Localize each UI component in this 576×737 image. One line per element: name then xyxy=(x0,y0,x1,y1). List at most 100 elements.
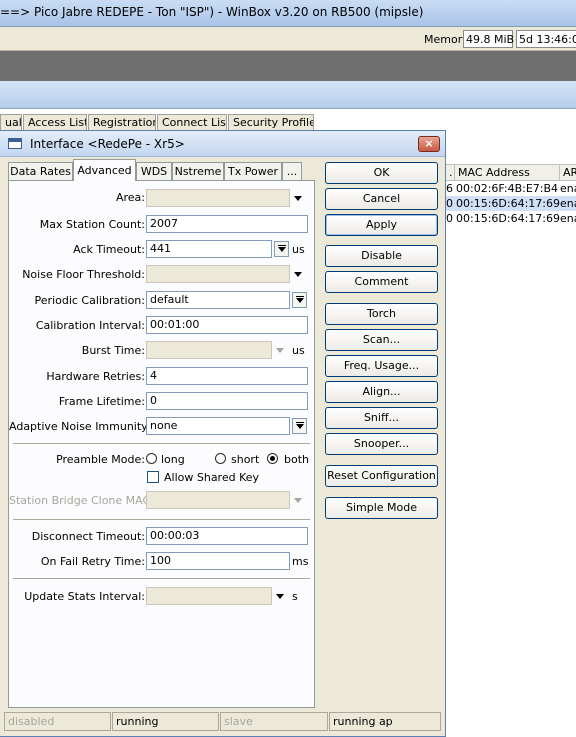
periodic-calibration-expand-icon[interactable] xyxy=(292,292,307,308)
freq-usage-button[interactable]: Freq. Usage... xyxy=(325,355,438,377)
allow-shared-key-checkbox[interactable] xyxy=(147,471,159,483)
noise-floor-threshold-dropdown[interactable] xyxy=(146,265,290,283)
interface-dialog: Interface <RedePe - Xr5> × Data Rates Ad… xyxy=(0,130,446,737)
periodic-calibration-dropdown[interactable]: default xyxy=(146,291,290,309)
table-cell: 6 xyxy=(446,182,453,195)
uptime-value: 5d 13:46:06 xyxy=(516,30,576,48)
memory-value: 49.8 MiB xyxy=(463,30,514,48)
station-bridge-clone-mac-dropdown[interactable] xyxy=(146,491,290,509)
preamble-both-label: both xyxy=(284,453,309,466)
on-fail-retry-time-label: On Fail Retry Time: xyxy=(40,555,145,568)
on-fail-retry-time-unit: ms xyxy=(292,555,309,568)
allow-shared-key-label: Allow Shared Key xyxy=(164,471,260,484)
tab-advanced[interactable]: Advanced xyxy=(73,159,136,181)
main-title-bar[interactable]: ==> Pico Jabre REDEPE - Ton "ISP") - Win… xyxy=(0,0,576,27)
on-fail-retry-time-field[interactable]: 100 xyxy=(146,552,290,570)
table-cell-mac: 00:02:6F:4B:E7:B4 xyxy=(456,182,559,195)
scan-button[interactable]: Scan... xyxy=(325,329,438,351)
burst-time-dropdown-arrow-icon[interactable] xyxy=(273,342,287,358)
adaptive-noise-immunity-expand-icon[interactable] xyxy=(292,418,307,434)
status-running: running xyxy=(112,712,219,731)
noise-floor-dropdown-arrow-icon[interactable] xyxy=(291,266,305,282)
max-station-count-field[interactable]: 2007 xyxy=(146,215,308,233)
area-dropdown-arrow-icon[interactable] xyxy=(291,190,305,206)
advanced-tab-panel: Area: Max Station Count: 2007 Ack Timeou… xyxy=(8,180,315,708)
table-row[interactable]: 6 00:02:6F:4B:E7:B4 ena xyxy=(445,181,576,196)
preamble-short-label: short xyxy=(231,453,260,466)
station-bridge-clone-mac-arrow-icon[interactable] xyxy=(291,492,305,508)
max-station-count-label: Max Station Count: xyxy=(39,218,145,231)
calibration-interval-field[interactable]: 00:01:00 xyxy=(146,316,308,334)
close-button[interactable]: × xyxy=(418,136,440,152)
status-disabled: disabled xyxy=(4,712,111,731)
table-cell-ar: ena xyxy=(560,182,576,195)
reset-configuration-button[interactable]: Reset Configuration xyxy=(325,465,438,487)
tab-tx-power[interactable]: Tx Power xyxy=(224,162,282,181)
preamble-short-radio[interactable] xyxy=(215,453,226,464)
burst-time-unit: us xyxy=(292,344,305,357)
frame-lifetime-field[interactable]: 0 xyxy=(146,392,308,410)
tab-more[interactable]: ... xyxy=(282,162,302,181)
dialog-title-bar[interactable]: Interface <RedePe - Xr5> × xyxy=(0,131,445,157)
burst-time-label: Burst Time: xyxy=(81,344,145,357)
preamble-long-radio[interactable] xyxy=(146,453,157,464)
table-cell: 0 xyxy=(446,212,453,225)
cancel-button[interactable]: Cancel xyxy=(325,188,438,210)
snooper-button[interactable]: Snooper... xyxy=(325,433,438,455)
column-header-mac-address[interactable]: MAC Address xyxy=(454,164,560,181)
preamble-mode-label: Preamble Mode: xyxy=(56,453,145,466)
station-bridge-clone-mac-label: Station Bridge Clone MAC: xyxy=(9,494,154,507)
periodic-calibration-label: Periodic Calibration: xyxy=(34,294,145,307)
disable-button[interactable]: Disable xyxy=(325,245,438,267)
disconnect-timeout-field[interactable]: 00:00:03 xyxy=(146,527,308,545)
separator xyxy=(13,443,310,445)
table-cell-mac: 00:15:6D:64:17:69 xyxy=(456,212,560,225)
status-slave: slave xyxy=(220,712,328,731)
update-stats-interval-arrow-icon[interactable] xyxy=(273,588,287,604)
disconnect-timeout-label: Disconnect Timeout: xyxy=(31,530,145,543)
wireless-window-title-bar[interactable] xyxy=(0,81,576,109)
ok-button[interactable]: OK xyxy=(325,162,438,184)
main-window-title: ==> Pico Jabre REDEPE - Ton "ISP") - Win… xyxy=(0,5,424,19)
apply-button[interactable]: Apply xyxy=(325,214,438,236)
hardware-retries-field[interactable]: 4 xyxy=(146,367,308,385)
dialog-status-bar: disabled running slave running ap xyxy=(4,712,441,732)
table-row[interactable]: 0 00:15:6D:64:17:69 ena xyxy=(445,211,576,226)
dialog-title: Interface <RedePe - Xr5> xyxy=(30,137,185,151)
torch-button[interactable]: Torch xyxy=(325,303,438,325)
burst-time-dropdown[interactable] xyxy=(146,341,272,359)
simple-mode-button[interactable]: Simple Mode xyxy=(325,497,438,519)
frame-lifetime-label: Frame Lifetime: xyxy=(58,395,145,408)
area-dropdown[interactable] xyxy=(146,189,290,207)
table-row-selected[interactable]: 0 00:15:6D:64:17:69 ena xyxy=(445,196,576,211)
adaptive-noise-immunity-label: Adaptive Noise Immunity: xyxy=(9,420,151,433)
tab-nstreme[interactable]: Nstreme xyxy=(172,162,224,181)
hardware-retries-label: Hardware Retries: xyxy=(46,370,145,383)
update-stats-interval-unit: s xyxy=(292,590,298,603)
table-cell: 0 xyxy=(446,197,453,210)
table-cell-ar: ena xyxy=(560,212,576,225)
area-label: Area: xyxy=(115,191,145,204)
separator xyxy=(13,578,310,580)
table-cell-ar: ena xyxy=(560,197,576,210)
separator xyxy=(13,519,310,521)
table-cell-mac: 00:15:6D:64:17:69 xyxy=(456,197,560,210)
align-button[interactable]: Align... xyxy=(325,381,438,403)
preamble-both-radio[interactable] xyxy=(267,453,278,464)
status-running-ap: running ap xyxy=(329,712,441,731)
ack-timeout-label: Ack Timeout: xyxy=(73,243,145,256)
workspace-background xyxy=(0,51,576,81)
ack-timeout-expand-icon[interactable] xyxy=(274,241,289,257)
tab-data-rates[interactable]: Data Rates xyxy=(8,162,73,181)
main-status-strip: Memory: 49.8 MiB 5d 13:46:06 xyxy=(0,27,576,51)
update-stats-interval-label: Update Stats Interval: xyxy=(24,590,145,603)
column-header-ar[interactable]: AR xyxy=(559,164,576,181)
window-icon xyxy=(8,138,22,149)
tab-wds[interactable]: WDS xyxy=(136,162,172,181)
adaptive-noise-immunity-dropdown[interactable]: none xyxy=(146,417,290,435)
update-stats-interval-dropdown[interactable] xyxy=(146,587,272,605)
sniff-button[interactable]: Sniff... xyxy=(325,407,438,429)
calibration-interval-label: Calibration Interval: xyxy=(35,319,145,332)
ack-timeout-field[interactable]: 441 xyxy=(146,240,272,258)
comment-button[interactable]: Comment xyxy=(325,271,438,293)
